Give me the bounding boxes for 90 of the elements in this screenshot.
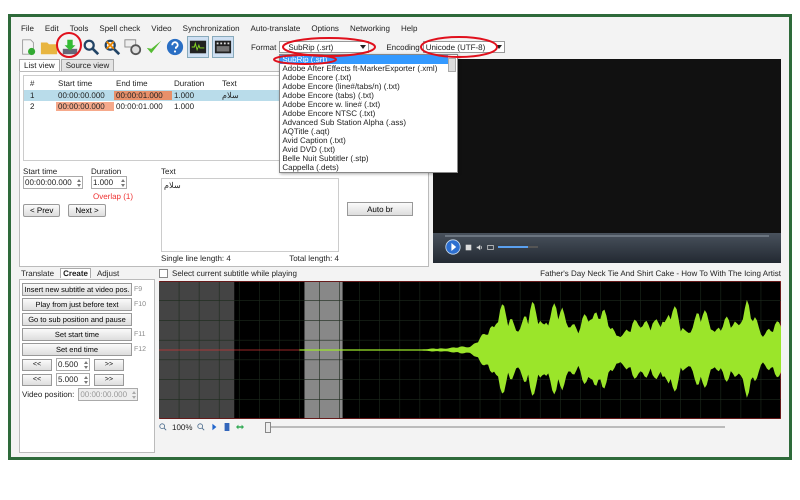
format-option[interactable]: Cappella (.dets) — [280, 163, 448, 172]
format-option[interactable]: Avid Caption (.txt) — [280, 136, 448, 145]
table-cell-text: 00:00:00.000 — [57, 91, 106, 100]
menu-item[interactable]: Auto-translate — [250, 24, 300, 32]
search-icon[interactable] — [82, 38, 100, 56]
format-option[interactable]: Adobe Encore (line#/tabs/n) (.txt) — [280, 82, 448, 91]
table-cell-text: 1.000 — [173, 91, 196, 100]
encoding-label: Encoding — [386, 42, 420, 52]
menu-item[interactable]: Help — [400, 24, 418, 32]
column-header[interactable]: # — [28, 78, 56, 88]
format-option[interactable]: Adobe Encore (tabs) (.txt) — [280, 91, 448, 100]
format-option[interactable]: Avid DVD (.txt) — [280, 145, 448, 154]
play-icon[interactable] — [210, 423, 218, 431]
spin-arrows-icon[interactable] — [121, 178, 125, 186]
video-position-label: Video position: — [22, 390, 74, 399]
tab[interactable]: Adjust — [96, 268, 120, 278]
prev-button[interactable]: < Prev — [23, 204, 60, 217]
help-icon[interactable] — [166, 38, 184, 56]
zoom-level[interactable]: 100% — [172, 422, 192, 432]
start-time-field[interactable]: 00:00:00.000 — [23, 176, 83, 189]
next-button[interactable]: Next > — [68, 204, 106, 217]
arrows-icon[interactable] — [236, 423, 244, 431]
column-header[interactable]: Start time — [56, 78, 114, 88]
menu-item[interactable]: Tools — [70, 24, 88, 32]
table-cell-text: 00:00:01.000 — [115, 102, 164, 111]
duration-label: Duration — [91, 167, 122, 176]
zoom-out-icon[interactable] — [159, 423, 167, 431]
format-label: Format — [251, 42, 276, 52]
table-cell-text: سلام — [221, 91, 240, 100]
table-cell: 00:00:01.000 — [114, 91, 172, 100]
stop-icon[interactable] — [465, 244, 472, 250]
play-button[interactable] — [445, 239, 461, 255]
spin-arrows-icon[interactable] — [77, 178, 81, 186]
menu-item[interactable]: Edit — [44, 24, 59, 32]
format-dropdown[interactable]: SubRip (.srt) — [279, 41, 370, 53]
position-slider[interactable] — [265, 422, 272, 433]
single-line-length: Single line length: 4 — [161, 254, 231, 263]
column-header[interactable]: End time — [114, 78, 172, 88]
checkbox[interactable] — [159, 268, 168, 278]
annotation-ellipse — [56, 32, 82, 58]
total-length: Total length: 4 — [289, 254, 339, 263]
film-icon[interactable] — [212, 36, 234, 58]
scrollbar[interactable] — [448, 58, 456, 72]
download-icon[interactable] — [61, 38, 79, 56]
menu-item[interactable]: Spell check — [99, 24, 140, 32]
format-option[interactable]: Adobe Encore w. line# (.txt) — [280, 100, 448, 109]
fullscreen-icon[interactable] — [487, 244, 494, 250]
tab[interactable]: Create — [60, 268, 91, 278]
center-icon[interactable] — [223, 423, 232, 431]
replace-icon[interactable] — [103, 38, 121, 56]
format-option[interactable]: Belle Nuit Subtitler (.stp) — [280, 154, 448, 163]
checkbox-label: Select current subtitle while playing — [172, 268, 297, 278]
step-field[interactable]: 0.500 — [56, 358, 90, 371]
encoding-dropdown[interactable]: Unicode (UTF-8) — [422, 41, 505, 53]
duration-field[interactable]: 1.000 — [91, 176, 127, 189]
step-field[interactable]: 5.000 — [56, 373, 90, 386]
spin-arrows-icon[interactable] — [84, 360, 88, 368]
tab[interactable]: Source view — [60, 59, 114, 71]
dropdown-arrow-icon — [360, 45, 366, 49]
spin-arrows-icon[interactable] — [84, 376, 88, 384]
column-header[interactable]: Text — [220, 78, 250, 88]
video-title: Father's Day Neck Tie And Shirt Cake - How To With The Icing Artist — [540, 268, 781, 278]
menu-item[interactable]: File — [21, 24, 34, 32]
menu-item[interactable]: Video — [151, 24, 172, 32]
table-cell-text: 1 — [29, 91, 36, 100]
format-option[interactable]: Advanced Sub Station Alpha (.ass) — [280, 118, 448, 127]
check-icon[interactable] — [145, 38, 163, 56]
tab[interactable]: Translate — [21, 268, 54, 278]
subtitle-text-field[interactable]: سلام — [161, 178, 339, 252]
zoom-in-icon[interactable] — [197, 423, 206, 431]
menu-item[interactable]: Options — [311, 24, 339, 32]
table-cell-text: 2 — [29, 102, 36, 111]
format-option[interactable]: Adobe Encore (.txt) — [280, 73, 448, 82]
dropdown-arrow-icon — [496, 45, 502, 49]
format-option[interactable]: Adobe After Effects ft-MarkerExporter (.xml) — [280, 64, 448, 73]
format-option[interactable]: Adobe Encore NTSC (.txt) — [280, 109, 448, 118]
text-label: Text — [161, 167, 176, 176]
tab[interactable]: List view — [19, 59, 60, 71]
menu-item[interactable]: Synchronization — [182, 24, 240, 32]
waveform-toggle-icon[interactable] — [187, 36, 209, 58]
start-time-label: Start time — [23, 167, 58, 176]
new-file-icon[interactable] — [19, 38, 37, 56]
menu-item[interactable]: Networking — [350, 24, 390, 32]
table-cell-text: 1.000 — [173, 102, 196, 111]
format-option[interactable]: AQTitle (.aqt) — [280, 127, 448, 136]
column-header[interactable]: Duration — [172, 78, 220, 88]
table-cell: 00:00:00.000 — [56, 102, 114, 111]
auto-break-button[interactable]: Auto br — [347, 202, 413, 216]
volume-icon[interactable] — [476, 244, 483, 250]
overlap-warning: Overlap (1) — [92, 192, 134, 201]
